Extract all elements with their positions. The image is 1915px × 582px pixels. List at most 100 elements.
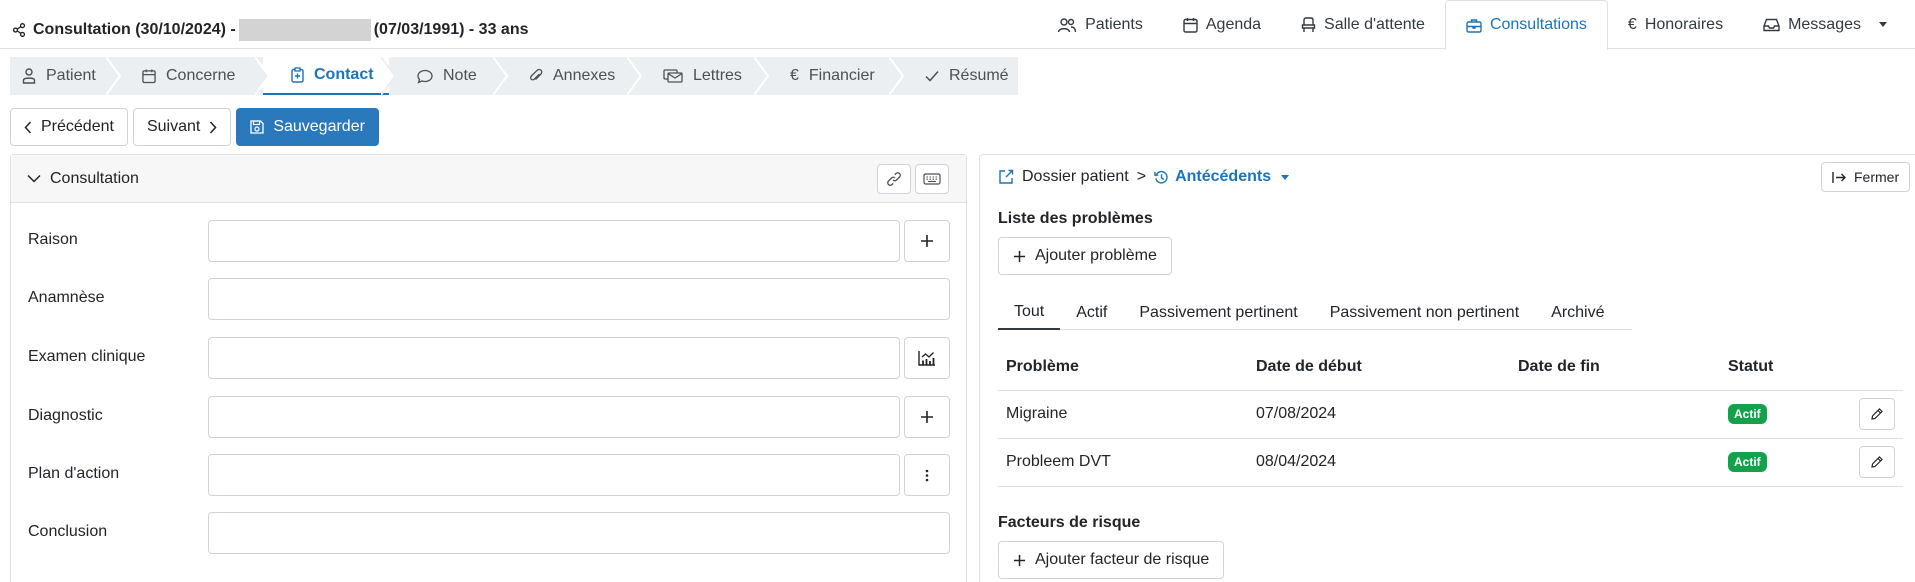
diagnostic-input[interactable] [208, 396, 900, 438]
field-anamnese: Anamnèse [11, 278, 968, 320]
filter-tab-passivement-non-pertinent[interactable]: Passivement non pertinent [1314, 295, 1535, 330]
filter-tab-passivement-pertinent[interactable]: Passivement pertinent [1123, 295, 1313, 330]
step-concerne[interactable]: Concerne [114, 57, 271, 95]
cell-date-fin [1510, 438, 1720, 487]
dossier-patient-link[interactable]: Dossier patient [1022, 168, 1129, 186]
users-icon [1057, 17, 1077, 32]
nav-agenda-label: Agenda [1205, 15, 1262, 33]
problem-filter-tabs: Tout Actif Passivement pertinent Passive… [998, 295, 1632, 330]
clipboard-icon [291, 67, 304, 83]
nav-agenda[interactable]: Agenda [1163, 0, 1281, 49]
consultation-steps: Patient Concerne Contact Note Annexes Le… [10, 57, 1018, 95]
conclusion-input[interactable] [208, 512, 950, 554]
add-risk-factor-button[interactable]: Ajouter facteur de risque [998, 541, 1225, 579]
edit-button[interactable] [1859, 446, 1895, 478]
close-label: Fermer [1854, 169, 1900, 185]
step-concerne-label: Concerne [166, 67, 236, 84]
edit-button[interactable] [1859, 398, 1895, 430]
calendar-icon [142, 69, 156, 84]
chat-icon [417, 69, 433, 84]
cell-actions [1840, 390, 1903, 439]
calendar-icon [1183, 17, 1198, 33]
next-button[interactable]: Suivant [132, 108, 232, 146]
chevron-left-icon [24, 120, 32, 134]
problems-table: Problème Date de début Date de fin Statu… [998, 345, 1903, 487]
plan-action-menu-button[interactable] [904, 454, 950, 496]
filter-tab-archive[interactable]: Archivé [1535, 295, 1620, 330]
euro-icon: € [790, 67, 799, 84]
paperclip-icon [529, 68, 543, 81]
cell-date-fin [1510, 390, 1720, 439]
problems-title: Liste des problèmes [998, 210, 1153, 227]
link-icon [887, 172, 901, 186]
page-title: Consultation (30/10/2024) - (07/03/1991)… [12, 19, 528, 41]
plus-icon [921, 411, 933, 423]
keyboard-button[interactable] [915, 164, 949, 194]
field-label: Conclusion [28, 523, 108, 540]
chart-icon [918, 351, 935, 366]
field-label: Diagnostic [28, 407, 103, 424]
plan-action-input[interactable] [208, 454, 900, 496]
step-note[interactable]: Note [389, 57, 509, 95]
col-date-fin: Date de fin [1510, 345, 1720, 391]
step-separator [627, 57, 643, 95]
consultation-panel: Consultation Raison Anamnèse Examen clin… [10, 154, 967, 582]
step-resume[interactable]: Résumé [897, 57, 1018, 95]
diagnostic-add-button[interactable] [904, 396, 950, 438]
field-diagnostic: Diagnostic [11, 396, 968, 438]
cell-actions [1840, 438, 1903, 487]
col-probleme: Problème [998, 345, 1248, 391]
col-statut: Statut [1720, 345, 1840, 391]
nav-fees-label: Honoraires [1644, 15, 1724, 33]
col-actions [1840, 345, 1903, 391]
nav-fees[interactable]: € Honoraires [1608, 0, 1743, 49]
field-label: Raison [28, 231, 78, 248]
step-financier-label: Financier [808, 67, 875, 84]
cell-date-debut: 07/08/2024 [1248, 390, 1510, 439]
filter-tab-tout[interactable]: Tout [998, 295, 1061, 330]
previous-button[interactable]: Précédent [10, 108, 128, 146]
nav-messages[interactable]: Messages [1743, 0, 1915, 49]
consultation-panel-header[interactable]: Consultation [11, 155, 966, 203]
breadcrumb: Dossier patient > Antécédents [998, 168, 1290, 186]
status-badge: Actif [1728, 452, 1767, 472]
kebab-icon [925, 469, 929, 481]
anamnese-input[interactable] [208, 278, 950, 320]
history-icon [1154, 170, 1168, 184]
col-date-debut: Date de début [1248, 345, 1510, 391]
nav-waiting-room[interactable]: Salle d'attente [1281, 0, 1445, 49]
chevron-down-icon [27, 174, 41, 183]
step-financier[interactable]: € Financier [762, 57, 905, 95]
raison-add-button[interactable] [904, 220, 950, 262]
add-problem-button[interactable]: Ajouter problème [998, 237, 1172, 275]
nav-consultations[interactable]: Consultations [1444, 0, 1608, 50]
step-separator [106, 57, 122, 95]
letters-icon [663, 69, 683, 83]
table-row: Probleem DVT 08/04/2024 Actif [998, 438, 1903, 487]
filter-tab-actif[interactable]: Actif [1060, 295, 1123, 330]
chevron-down-icon [1879, 22, 1887, 27]
save-button[interactable]: Sauvegarder [236, 108, 379, 146]
step-annexes[interactable]: Annexes [501, 57, 643, 95]
save-label: Sauvegarder [273, 118, 365, 135]
keyboard-icon [923, 173, 941, 185]
close-button[interactable]: Fermer [1821, 162, 1911, 192]
examen-clinique-chart-button[interactable] [904, 337, 950, 379]
person-icon [22, 68, 36, 84]
plus-icon [1013, 554, 1026, 566]
euro-icon: € [1627, 15, 1637, 33]
step-lettres[interactable]: Lettres [635, 57, 770, 95]
share-icon [12, 23, 26, 37]
raison-input[interactable] [208, 220, 900, 262]
risk-factors-title: Facteurs de risque [998, 514, 1141, 531]
antecedents-dropdown[interactable]: Antécédents [1154, 168, 1290, 186]
link-button[interactable] [877, 164, 911, 194]
step-separator [255, 57, 271, 95]
field-raison: Raison [11, 220, 968, 262]
cell-statut: Actif [1720, 390, 1840, 439]
examen-clinique-input[interactable] [208, 337, 900, 379]
step-patient[interactable]: Patient [10, 57, 122, 95]
nav-patients[interactable]: Patients [1037, 0, 1163, 49]
field-label: Plan d'action [28, 465, 120, 482]
step-contact[interactable]: Contact [263, 57, 397, 95]
